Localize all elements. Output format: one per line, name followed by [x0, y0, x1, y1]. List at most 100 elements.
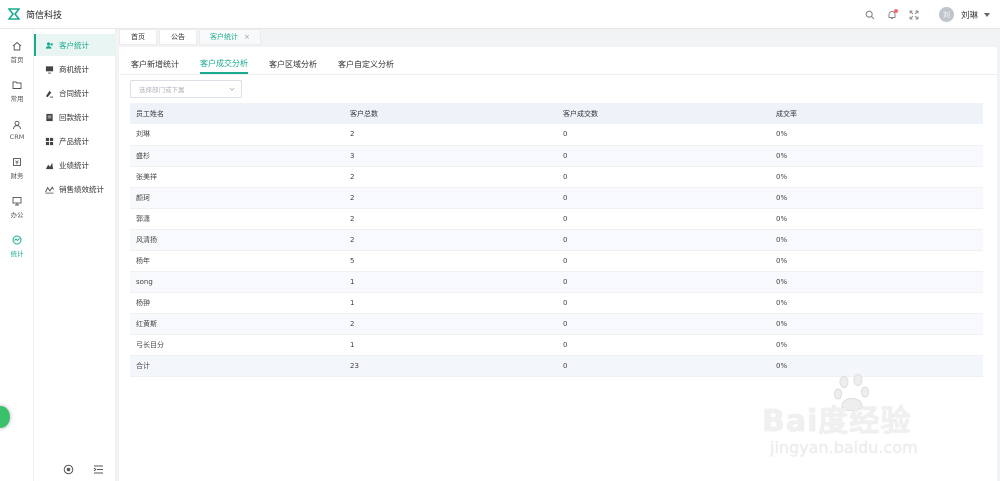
finance-icon: [13, 157, 21, 166]
column-header[interactable]: 客户成交数: [557, 103, 770, 124]
table-row: 杨翀 1 0 0%: [130, 292, 983, 314]
table-cell: 2: [344, 208, 557, 230]
table-cell: 0: [557, 313, 770, 335]
submenu-item-payment-stats[interactable]: 回款统计: [34, 106, 116, 128]
table-cell: 2: [344, 187, 557, 209]
table-cell: 弓长目分: [130, 334, 344, 356]
table-cell: 0%: [770, 229, 983, 251]
table-cell: 0%: [770, 166, 983, 188]
contract-icon: [45, 90, 54, 98]
chevron-down-icon[interactable]: [984, 12, 990, 17]
search-button[interactable]: [861, 6, 879, 24]
tab-customer-stats[interactable]: 客户统计 ×: [199, 29, 261, 45]
table-cell: 0: [557, 292, 770, 314]
submenu-label: 客户统计: [59, 40, 89, 50]
rail-label: CRM: [9, 132, 25, 141]
rail-item-finance[interactable]: 财务: [0, 153, 34, 183]
subtab-deal-analysis[interactable]: 客户成交分析: [200, 54, 248, 74]
rail-item-office[interactable]: 办公: [0, 192, 34, 222]
settings-button[interactable]: [62, 463, 74, 475]
table-cell: 0%: [770, 334, 983, 356]
table-cell: 2: [344, 313, 557, 335]
table-cell: 红黄斯: [130, 313, 344, 335]
fullscreen-button[interactable]: [905, 6, 923, 24]
username[interactable]: 刘琳: [961, 9, 978, 21]
table-cell: 1: [344, 292, 557, 314]
close-icon[interactable]: ×: [244, 33, 250, 41]
table-row: 杨年 5 0 0%: [130, 250, 983, 272]
divider: [119, 74, 997, 75]
department-select-placeholder: 选择部门或下属: [139, 86, 185, 94]
rail-label: 办公: [10, 210, 24, 219]
table-cell: 0%: [770, 271, 983, 293]
table-row: 张美祥 2 0 0%: [130, 166, 983, 188]
monitor-icon: [12, 196, 22, 205]
table-cell: 0: [557, 250, 770, 272]
watermark: Bai度经验 jingyan.baidu.com: [762, 372, 972, 462]
rail-item-common[interactable]: 常用: [0, 76, 34, 106]
table-row: 风清扬 2 0 0%: [130, 229, 983, 251]
table-cell: 1: [344, 271, 557, 293]
subtab-region-analysis[interactable]: 客户区域分析: [269, 54, 317, 74]
column-header[interactable]: 成交率: [770, 103, 983, 124]
rail-label: 常用: [10, 94, 24, 103]
avatar[interactable]: 刘: [938, 7, 954, 22]
search-icon: [865, 10, 875, 19]
submenu-item-performance-stats[interactable]: 业绩统计: [34, 154, 116, 176]
performance-icon: [45, 162, 54, 169]
collapse-menu-button[interactable]: [92, 463, 104, 475]
page-tabs: 首页 公告 客户统计 ×: [119, 29, 1000, 45]
table-cell: 2: [344, 229, 557, 251]
column-header[interactable]: 客户总数: [344, 103, 557, 124]
submenu-label: 合同统计: [59, 88, 89, 98]
rail-item-stats[interactable]: 统计: [0, 231, 34, 261]
table-cell: song: [130, 271, 344, 293]
subtab-new-customers[interactable]: 客户新增统计: [131, 54, 179, 74]
column-header[interactable]: 员工姓名: [130, 103, 344, 124]
rail-label: 统计: [10, 249, 24, 258]
submenu-item-contract-stats[interactable]: 合同统计: [34, 82, 116, 104]
table-cell: 5: [344, 250, 557, 272]
submenu-label: 回款统计: [59, 112, 89, 122]
submenu-label: 产品统计: [59, 136, 89, 146]
tab-label: 客户统计: [210, 33, 238, 41]
table-cell: 0: [557, 355, 770, 377]
crm-icon: [13, 120, 21, 129]
logo[interactable]: 简信科技: [0, 8, 62, 21]
table-header-row: 员工姓名 客户总数 客户成交数 成交率: [130, 103, 983, 124]
table-cell: 0: [557, 334, 770, 356]
submenu-item-opportunity-stats[interactable]: 商机统计: [34, 58, 116, 80]
department-select[interactable]: 选择部门或下属: [130, 80, 242, 98]
table-cell: 0%: [770, 187, 983, 209]
opportunity-icon: [45, 65, 54, 74]
deal-analysis-table: 员工姓名 客户总数 客户成交数 成交率 刘琳 2 0 0% 盛杉 3 0 0% 张美祥 2 0 0% 颜…: [130, 103, 983, 377]
tab-notice[interactable]: 公告: [159, 29, 197, 45]
table-cell: 0%: [770, 208, 983, 230]
table-cell: 杨年: [130, 250, 344, 272]
customer-icon: [45, 41, 53, 49]
table-cell: 风清扬: [130, 229, 344, 251]
submenu-item-product-stats[interactable]: 产品统计: [34, 130, 116, 152]
submenu-label: 业绩统计: [59, 160, 89, 170]
collapse-menu-icon: [93, 465, 103, 473]
chevron-down-icon: [229, 87, 235, 91]
tab-home[interactable]: 首页: [119, 29, 157, 45]
table-cell: 合计: [130, 355, 344, 377]
stats-submenu: 客户统计 商机统计 合同统计 回款统计 产品统计 业绩统计 销售绩效统计: [34, 29, 116, 481]
rail-label: 首页: [10, 55, 24, 64]
submenu-item-sales-performance-stats[interactable]: 销售绩效统计: [34, 178, 116, 200]
submenu-label: 销售绩效统计: [59, 184, 104, 194]
submenu-item-customer-stats[interactable]: 客户统计: [34, 34, 116, 56]
fullscreen-icon: [909, 10, 919, 19]
table-cell: 张美祥: [130, 166, 344, 188]
rail-item-home[interactable]: 首页: [0, 37, 34, 67]
table-cell: 0: [557, 124, 770, 146]
table-cell: 郭潇: [130, 208, 344, 230]
rail-item-crm[interactable]: CRM: [0, 115, 34, 145]
table-row: 颜珂 2 0 0%: [130, 187, 983, 209]
table-cell: 1: [344, 334, 557, 356]
subtab-custom-analysis[interactable]: 客户自定义分析: [338, 54, 394, 74]
notification-button[interactable]: [883, 6, 901, 24]
table-cell: 0%: [770, 145, 983, 167]
table-row: 郭潇 2 0 0%: [130, 208, 983, 230]
